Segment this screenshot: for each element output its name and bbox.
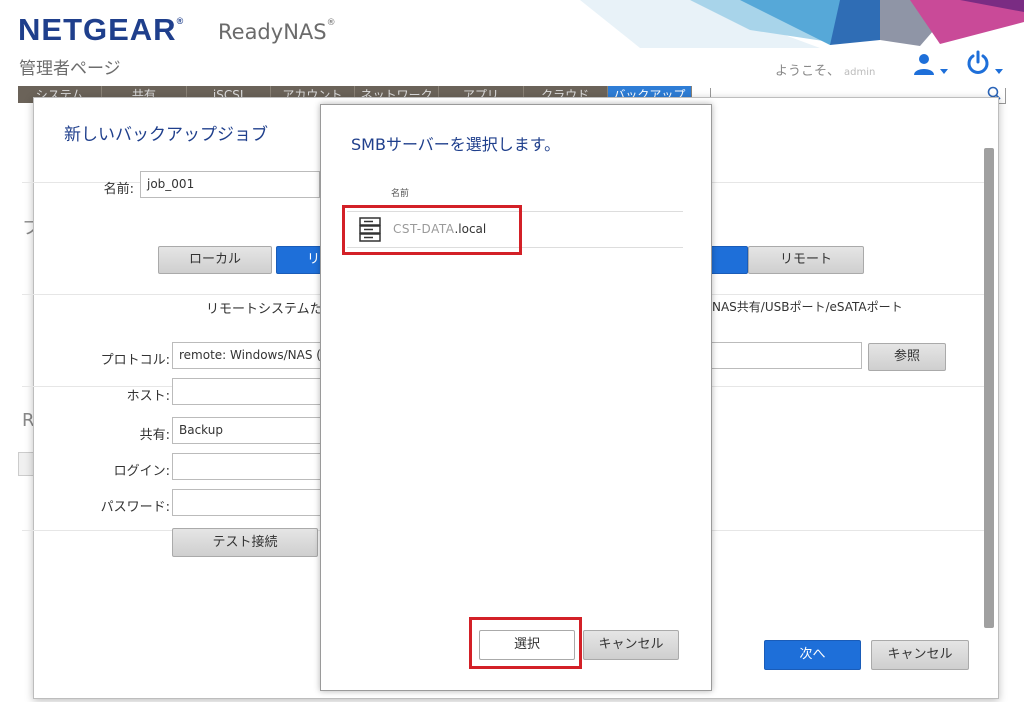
welcome-text: ようこそ、 (775, 64, 841, 79)
login-input[interactable] (172, 453, 322, 480)
test-connection-button[interactable]: テスト接続 (172, 528, 318, 557)
share-label: 共有: (139, 428, 170, 443)
product-name: ReadyNAS® (218, 18, 336, 44)
welcome-message: ようこそ、 admin (775, 60, 875, 79)
dialog-scrollbar[interactable] (984, 148, 994, 628)
power-menu-button[interactable] (965, 50, 1003, 80)
dialog-title: 新しいバックアップジョブ (64, 125, 268, 145)
remote-toggle-button-active[interactable]: リ (276, 246, 322, 274)
admin-page-title: 管理者ページ (19, 59, 121, 79)
next-button[interactable]: 次へ (764, 640, 861, 670)
header-banner-graphic (580, 0, 1024, 48)
host-input[interactable] (172, 378, 322, 405)
smb-server-select-dialog: SMBサーバーを選択します。 名前 CST-DATA.local 選択 キャンセ… (320, 104, 712, 691)
remote-system-description: リモートシステムた (206, 302, 323, 317)
divider (347, 247, 683, 248)
server-name-blurred: CST-DATA (393, 222, 455, 236)
select-button[interactable]: 選択 (479, 630, 575, 660)
job-name-input[interactable]: job_001 (140, 171, 320, 198)
product-registered-mark: ® (326, 18, 336, 28)
protocol-select[interactable]: remote: Windows/NAS ( (172, 342, 322, 369)
logo-registered-mark: ® (176, 16, 185, 26)
user-menu-button[interactable] (912, 52, 948, 80)
share-input[interactable]: Backup (172, 417, 322, 444)
chevron-down-icon (940, 69, 948, 74)
password-input[interactable] (172, 489, 322, 516)
smb-cancel-button[interactable]: キャンセル (583, 630, 679, 660)
name-column-header: 名前 (391, 189, 410, 199)
server-name: CST-DATA.local (393, 222, 486, 236)
destination-description: NAS共有/USBポート/eSATAポート (712, 300, 903, 314)
remote-toggle-button[interactable]: リモート (748, 246, 864, 274)
login-label: ログイン: (113, 464, 170, 479)
logo-text: NETGEAR (18, 12, 177, 47)
name-label: 名前: (103, 182, 134, 197)
smb-dialog-title: SMBサーバーを選択します。 (351, 135, 561, 154)
product-text: ReadyNAS (218, 20, 327, 44)
netgear-logo: NETGEAR® (18, 12, 184, 48)
password-label: パスワード: (100, 500, 170, 515)
protocol-label: プロトコル: (100, 353, 170, 368)
browse-button[interactable]: 参照 (868, 343, 946, 371)
cancel-button[interactable]: キャンセル (871, 640, 969, 670)
app-header: NETGEAR® ReadyNAS® 管理者ページ ようこそ、 admin (0, 0, 1024, 86)
power-icon (967, 50, 989, 74)
user-icon (914, 54, 934, 75)
local-toggle-button[interactable]: ローカル (158, 246, 272, 274)
chevron-down-icon (995, 69, 1003, 74)
username: admin (844, 67, 876, 78)
divider (347, 211, 683, 212)
server-name-suffix: .local (454, 222, 487, 236)
server-icon (359, 217, 381, 242)
host-label: ホスト: (126, 389, 170, 404)
path-input[interactable] (710, 342, 862, 369)
server-list-item[interactable]: CST-DATA.local (349, 213, 519, 247)
